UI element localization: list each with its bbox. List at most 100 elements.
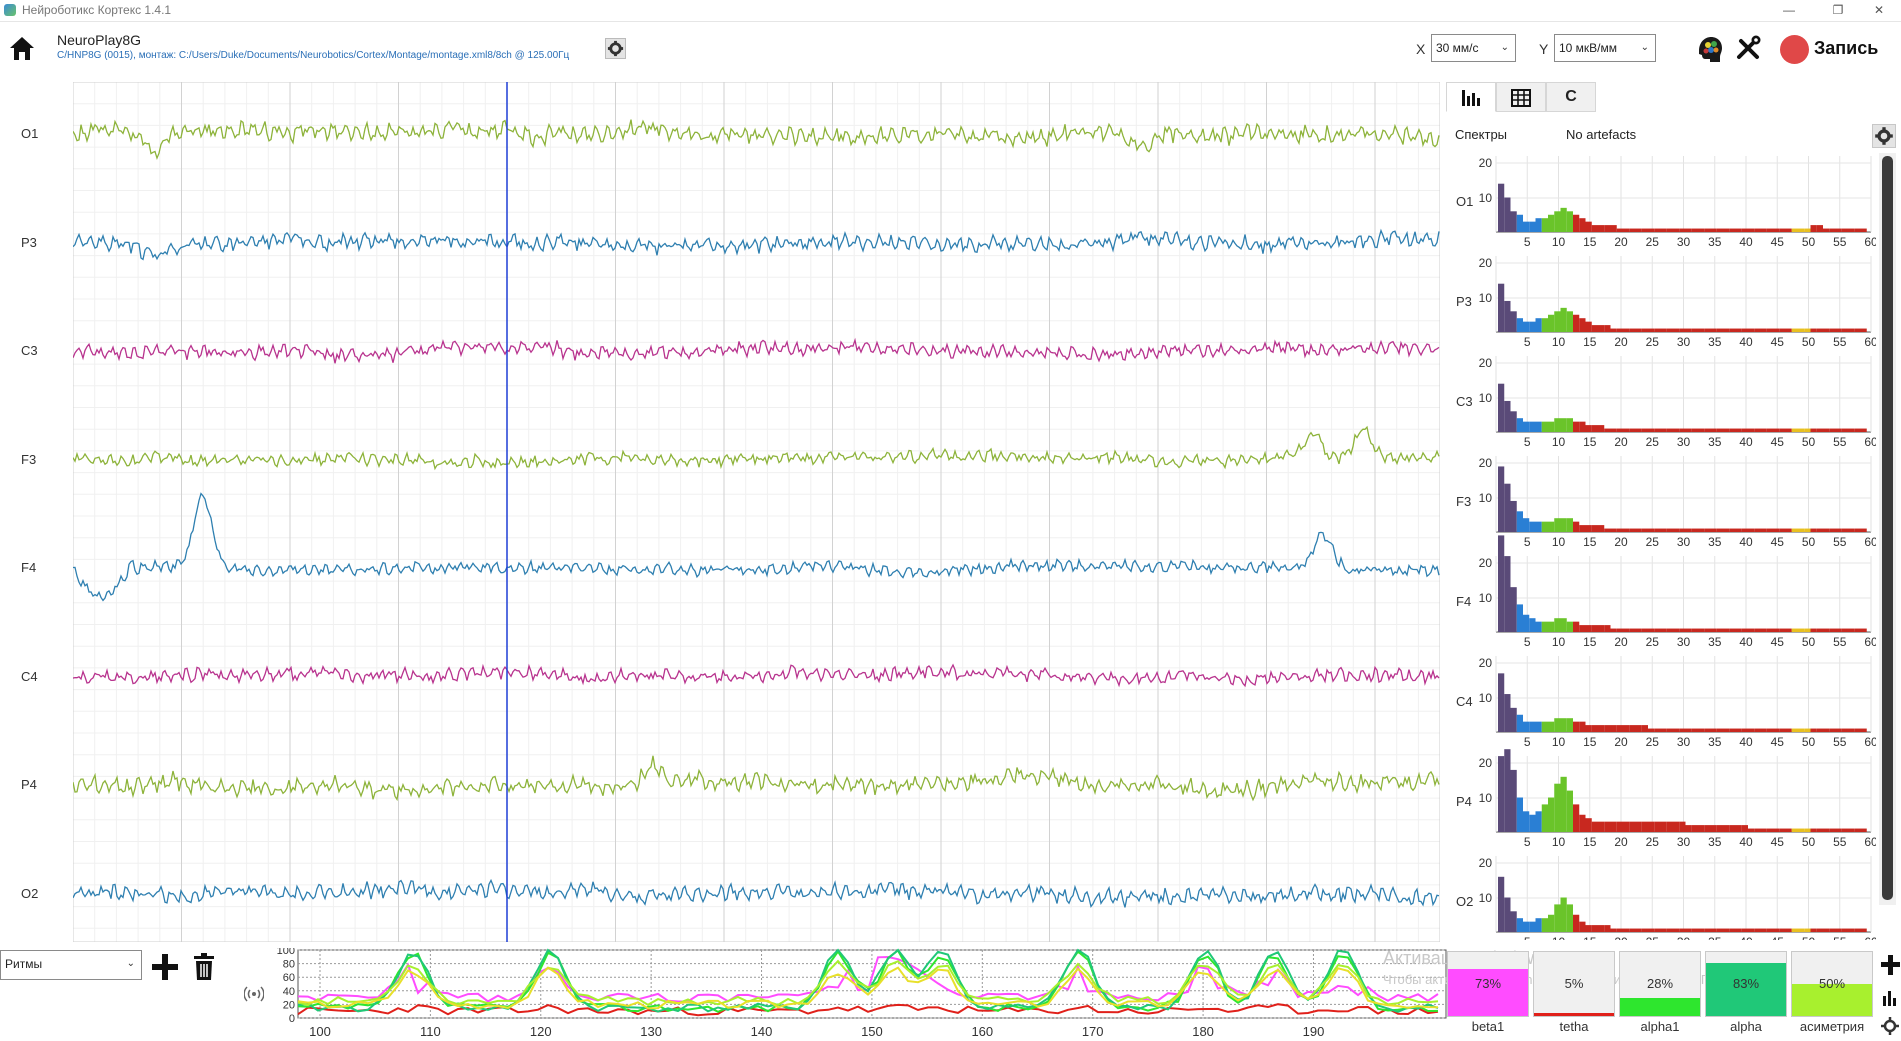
spectrum-bar [1829,528,1836,532]
meter-tetha[interactable]: 5% [1533,951,1615,1017]
spectrum-bar [1654,228,1661,232]
spectrum-xtick: 10 [1552,335,1566,349]
spectrum-f3: 20 10 F3 5 10 15 20 25 30 35 40 45 50 55 60 [1456,456,1876,549]
eeg-trace-p3 [73,228,1440,261]
spectrum-xtick: 60 [1864,935,1876,940]
record-button[interactable] [1780,35,1809,64]
spectrum-bar [1629,928,1636,932]
spectrum-bar [1798,428,1805,432]
grid-icon [1511,89,1531,107]
spectrum-bar [1529,421,1536,432]
meter-alpha[interactable]: 83% [1705,951,1787,1017]
spectrum-bar [1535,421,1542,432]
meter-beta1[interactable]: 73% [1447,951,1529,1017]
spectrum-bar [1710,328,1717,332]
device-settings-button[interactable] [605,38,626,59]
spectrum-bar [1810,428,1817,432]
spectrum-bar [1723,825,1730,832]
spectrum-bar [1791,528,1798,532]
spectrum-channel-label: C3 [1456,394,1473,409]
tab-table[interactable] [1496,82,1546,112]
spectrum-bar [1835,428,1842,432]
spectrum-bar [1523,221,1530,232]
meter-chart-button[interactable] [1882,988,1900,1006]
spectrum-bar [1816,428,1823,432]
spectra-scrollbar-thumb[interactable] [1882,156,1893,900]
spectrum-bar [1716,928,1723,932]
spectrum-bar [1598,425,1605,432]
spectrum-bar [1660,328,1667,332]
meter-alpha1[interactable]: 28% [1619,951,1701,1017]
add-meter-button[interactable] [1880,952,1900,978]
delete-rhythm-button[interactable] [192,952,216,982]
spectrum-bar [1848,528,1855,532]
spectrum-xtick: 10 [1552,835,1566,849]
spectrum-xtick: 55 [1833,935,1847,940]
spectrum-bar [1716,825,1723,832]
spectrum-xtick: 55 [1833,235,1847,249]
spectrum-bar [1760,928,1767,932]
eeg-chart[interactable] [73,82,1440,942]
spectrum-bar [1510,311,1517,332]
spectrum-bar [1779,328,1786,332]
spectrum-bar [1616,228,1623,232]
spectrum-bar [1504,556,1511,632]
spectrum-xtick: 35 [1708,235,1722,249]
spectrum-xtick: 15 [1583,635,1597,649]
brain-monitor-button[interactable] [1693,33,1725,65]
spectrum-bar [1604,428,1611,432]
rhythm-select[interactable]: Ритмы ⌄ [0,950,142,980]
meter-settings-button[interactable] [1880,1016,1900,1036]
restore-button[interactable]: ❐ [1816,0,1860,21]
spectrum-bar [1685,728,1692,732]
meter-асиметрия[interactable]: 50% [1791,951,1873,1017]
spectrum-bar [1710,528,1717,532]
spectra-settings-button[interactable] [1872,124,1896,148]
minimize-button[interactable]: — [1767,0,1811,21]
spectrum-xtick: 5 [1524,235,1531,249]
spectrum-bar [1804,428,1811,432]
x-scale-select[interactable]: 30 мм/с ⌄ [1431,34,1516,62]
spectrum-xtick: 30 [1677,435,1691,449]
add-rhythm-button[interactable] [150,952,180,982]
record-label[interactable]: Запись [1814,38,1878,59]
signal-button[interactable] [243,984,265,1004]
home-button[interactable] [6,32,38,64]
spectrum-ytick: 10 [1479,491,1493,505]
spectrum-bar [1841,528,1848,532]
spectrum-bar [1716,228,1723,232]
eeg-trace-f3 [73,425,1440,471]
spectrum-bar [1573,314,1580,332]
spectrum-bar [1854,528,1861,532]
spectrum-bar [1823,928,1830,932]
spectrum-bar [1654,728,1661,732]
spectrum-channel-label: P4 [1456,794,1472,809]
tab-spectra[interactable] [1446,82,1496,112]
rhythm-xtick: 180 [1192,1024,1214,1039]
spectrum-bar [1785,728,1792,732]
spectrum-bar [1673,821,1680,832]
spectrum-ytick: 10 [1479,191,1493,205]
spectrum-bar [1616,428,1623,432]
spectrum-bar [1648,428,1655,432]
spectrum-bar [1691,728,1698,732]
tab-c[interactable]: C [1546,82,1596,112]
spectrum-bar [1504,197,1511,232]
broadcast-icon [243,986,265,1002]
spectrum-bar [1554,518,1561,532]
spectrum-bar [1660,528,1667,532]
spectrum-bar [1679,928,1686,932]
spectrum-bar [1541,621,1548,632]
spectrum-bar [1804,728,1811,732]
spectrum-bar [1798,228,1805,232]
spectrum-xtick: 25 [1646,435,1660,449]
spectrum-xtick: 35 [1708,835,1722,849]
spectrum-bar [1535,521,1542,532]
spectrum-bar [1766,728,1773,732]
spectrum-xtick: 25 [1646,335,1660,349]
spectrum-xtick: 25 [1646,235,1660,249]
close-button[interactable]: ✕ [1857,0,1901,21]
tools-button[interactable] [1733,33,1763,63]
spectrum-bar [1604,725,1611,732]
y-scale-select[interactable]: 10 мкВ/мм ⌄ [1554,34,1656,62]
